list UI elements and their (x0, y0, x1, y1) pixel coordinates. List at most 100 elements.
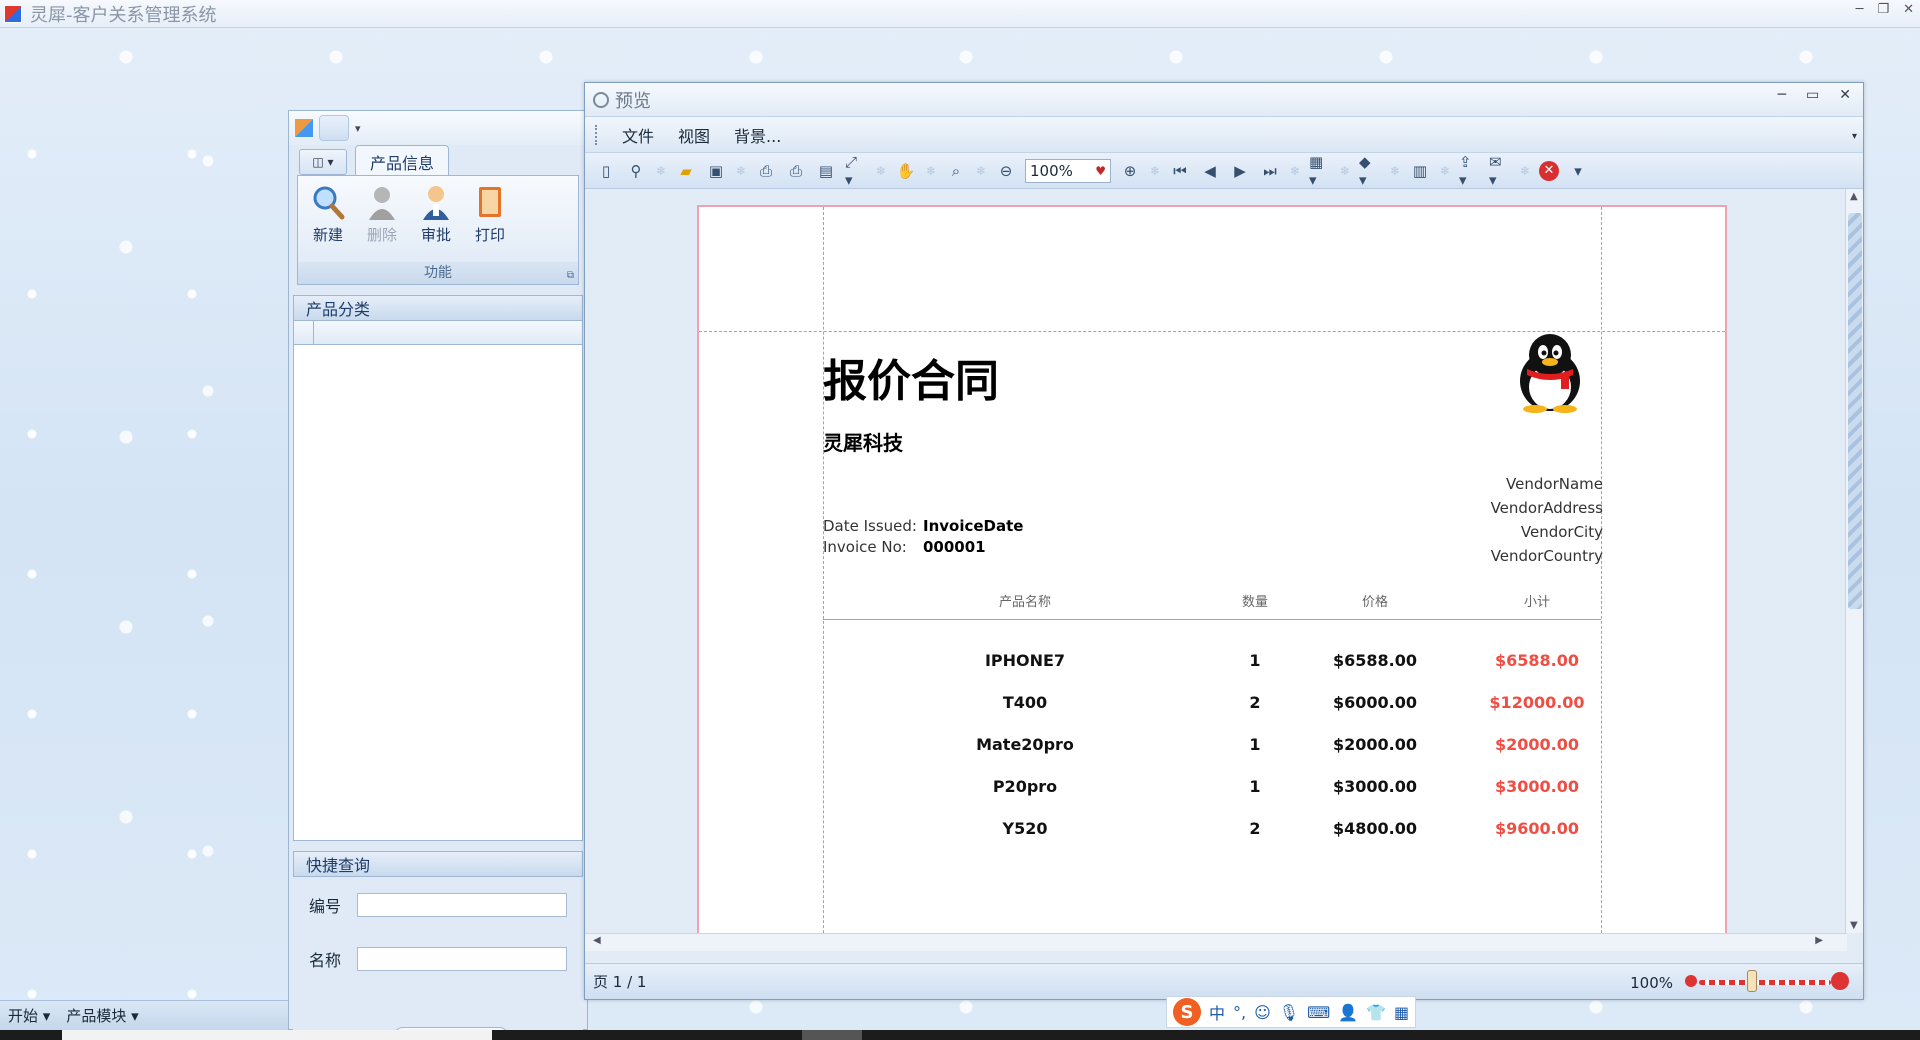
new-button[interactable]: 新建 (310, 184, 346, 245)
cell-qty: 1 (1249, 651, 1261, 670)
watermark-icon[interactable]: ▥ (1409, 160, 1431, 182)
cell-subtotal: $9600.00 (1494, 819, 1579, 838)
maximize-icon[interactable]: ❐ (1877, 2, 1889, 17)
hand-tool-icon[interactable]: ✋ (895, 160, 917, 182)
scroll-up-icon[interactable]: ▲ (1850, 191, 1858, 202)
previous-page-icon[interactable]: ◀ (1199, 160, 1221, 182)
toolbox-grid-icon[interactable]: ▦ (1394, 1003, 1409, 1022)
chevron-down-icon[interactable]: ♥ (1095, 164, 1110, 178)
close-icon[interactable]: ✕ (1903, 2, 1914, 17)
app-menu-button[interactable]: ◫ ▾ (299, 149, 347, 175)
print-button[interactable]: 打印 (472, 184, 508, 245)
toolbar-overflow-icon[interactable]: ▾ (1567, 160, 1589, 182)
magnifier-icon (593, 91, 609, 108)
minimize-icon[interactable]: ─ (1778, 87, 1786, 103)
approve-button[interactable]: 审批 (418, 184, 454, 245)
taskbar-window-button[interactable] (802, 1030, 862, 1040)
document-view[interactable]: 报价合同 灵犀科技 Date Issued: InvoiceDate Invoi… (585, 189, 1847, 933)
scroll-thumb[interactable] (1848, 213, 1862, 609)
separator-icon: ❄ (1389, 163, 1401, 178)
sogou-ime-icon[interactable]: S (1173, 998, 1201, 1026)
taskbar-window-button[interactable] (62, 1030, 492, 1040)
main-titlebar: 灵犀-客户关系管理系统 ─ ❐ ✕ (0, 0, 1920, 28)
close-preview-icon[interactable]: ✕ (1539, 160, 1559, 181)
name-input[interactable] (357, 947, 568, 971)
cell-price: $2000.00 (1332, 735, 1417, 754)
send-email-icon[interactable]: ✉ ▾ (1489, 153, 1511, 189)
company-name: 灵犀科技 (823, 431, 903, 455)
first-page-icon[interactable]: ⏮ (1169, 160, 1191, 182)
zoom-plus-icon[interactable] (1831, 972, 1849, 990)
zoom-in-icon[interactable]: ⊕ (1119, 160, 1141, 182)
maximize-icon[interactable]: ▭ (1806, 87, 1819, 103)
user-icon[interactable]: 👤 (1338, 1003, 1358, 1022)
zoom-knob[interactable] (1747, 970, 1757, 992)
header-divider (823, 619, 1601, 620)
multiple-pages-icon[interactable]: ▦ ▾ (1309, 153, 1331, 189)
product-module-menu[interactable]: 产品模块 ▾ (66, 1005, 138, 1026)
next-page-icon[interactable]: ▶ (1229, 160, 1251, 182)
scroll-down-icon[interactable]: ▼ (1850, 920, 1858, 931)
skin-shirt-icon[interactable]: 👕 (1366, 1003, 1386, 1022)
punctuation-icon[interactable]: °, (1233, 1003, 1246, 1022)
new-label: 新建 (312, 226, 343, 244)
delete-button[interactable]: 删除 (364, 184, 400, 245)
minimize-icon[interactable]: ─ (1856, 2, 1864, 17)
product-window: ▾ ◫ ▾ 产品信息 新建 删除 审批 打印 功能 ⧉ 产品分类 快捷查询 编号… (288, 110, 588, 1040)
separator-icon: ❄ (875, 163, 887, 178)
cell-qty: 1 (1249, 735, 1261, 754)
find-binoculars-icon[interactable]: ⚲ (625, 160, 647, 182)
page-status: 页 1 / 1 (593, 973, 647, 991)
cell-product: Y520 (1002, 819, 1048, 838)
cell-price: $4800.00 (1332, 819, 1417, 838)
magnifier-icon[interactable]: ⌕ (945, 160, 967, 182)
ribbon-body: 新建 删除 审批 打印 功能 ⧉ (297, 175, 579, 285)
emoji-icon[interactable]: ☺ (1254, 1003, 1271, 1022)
menu-file[interactable]: 文件 (610, 123, 666, 147)
keyboard-icon[interactable]: ⌨ (1307, 1003, 1330, 1022)
background-color-icon[interactable]: ◆ ▾ (1359, 153, 1381, 189)
start-menu[interactable]: 开始 ▾ (8, 1005, 50, 1026)
last-page-icon[interactable]: ⏭ (1259, 160, 1281, 182)
scale-icon[interactable]: ⤢ ▾ (845, 153, 867, 189)
print-label: 打印 (474, 226, 505, 244)
zoom-track[interactable] (1699, 980, 1831, 985)
document-map-icon[interactable]: ▯ (595, 160, 617, 182)
menubar-overflow-icon[interactable]: ▾ (1852, 131, 1857, 142)
close-icon[interactable]: ✕ (1839, 87, 1851, 103)
horizontal-scrollbar[interactable]: ◀ ▶ (585, 933, 1847, 951)
cell-product: IPHONE7 (984, 651, 1066, 670)
ime-toolbar: S 中 °, ☺ 🎙 ⌨ 👤 👕 ▦ (1166, 996, 1417, 1028)
menu-background[interactable]: 背景... (722, 123, 793, 147)
quick-print-icon[interactable]: ⎙ (785, 160, 807, 182)
zoom-slider[interactable] (1685, 970, 1849, 992)
zoom-combo[interactable]: 100% ♥ (1025, 158, 1111, 183)
quick-access-dropdown[interactable] (319, 115, 349, 141)
zoom-out-icon[interactable]: ⊖ (995, 160, 1017, 182)
cell-product: T400 (1002, 693, 1048, 712)
quick-query-header: 快捷查询 (293, 851, 583, 877)
save-icon[interactable]: ▣ (705, 160, 727, 182)
microphone-icon[interactable]: 🎙 (1279, 1003, 1299, 1022)
code-input[interactable] (357, 893, 568, 917)
app-title: 灵犀-客户关系管理系统 (30, 4, 217, 26)
scroll-left-icon[interactable]: ◀ (593, 935, 601, 946)
zoom-minus-icon[interactable] (1685, 975, 1697, 987)
tab-product-info[interactable]: 产品信息 (355, 145, 450, 175)
dialog-launcher-icon[interactable]: ⧉ (567, 270, 574, 281)
export-icon[interactable]: ⇪ ▾ (1459, 153, 1481, 189)
os-taskbar (0, 1030, 1920, 1040)
app-icon (4, 4, 22, 23)
open-folder-icon[interactable]: ▰ (675, 160, 697, 182)
chinese-mode-icon[interactable]: 中 (1209, 1000, 1225, 1024)
page-setup-icon[interactable]: ▤ (815, 160, 837, 182)
menu-view[interactable]: 视图 (666, 123, 722, 147)
print-icon[interactable]: ⎙ (755, 160, 777, 182)
scroll-right-icon[interactable]: ▶ (1815, 935, 1823, 946)
separator-icon: ❄ (655, 163, 667, 178)
category-tree[interactable] (293, 321, 583, 841)
vertical-scrollbar[interactable]: ▲ ▼ (1845, 189, 1863, 933)
separator-icon: ❄ (735, 163, 747, 178)
preview-toolbar: ▯ ⚲ ❄ ▰ ▣ ❄ ⎙ ⎙ ▤ ⤢ ▾ ❄ ✋ ❄ ⌕ ❄ ⊖ 100% ♥… (585, 153, 1863, 189)
customize-qat-icon[interactable]: ▾ (355, 122, 361, 135)
